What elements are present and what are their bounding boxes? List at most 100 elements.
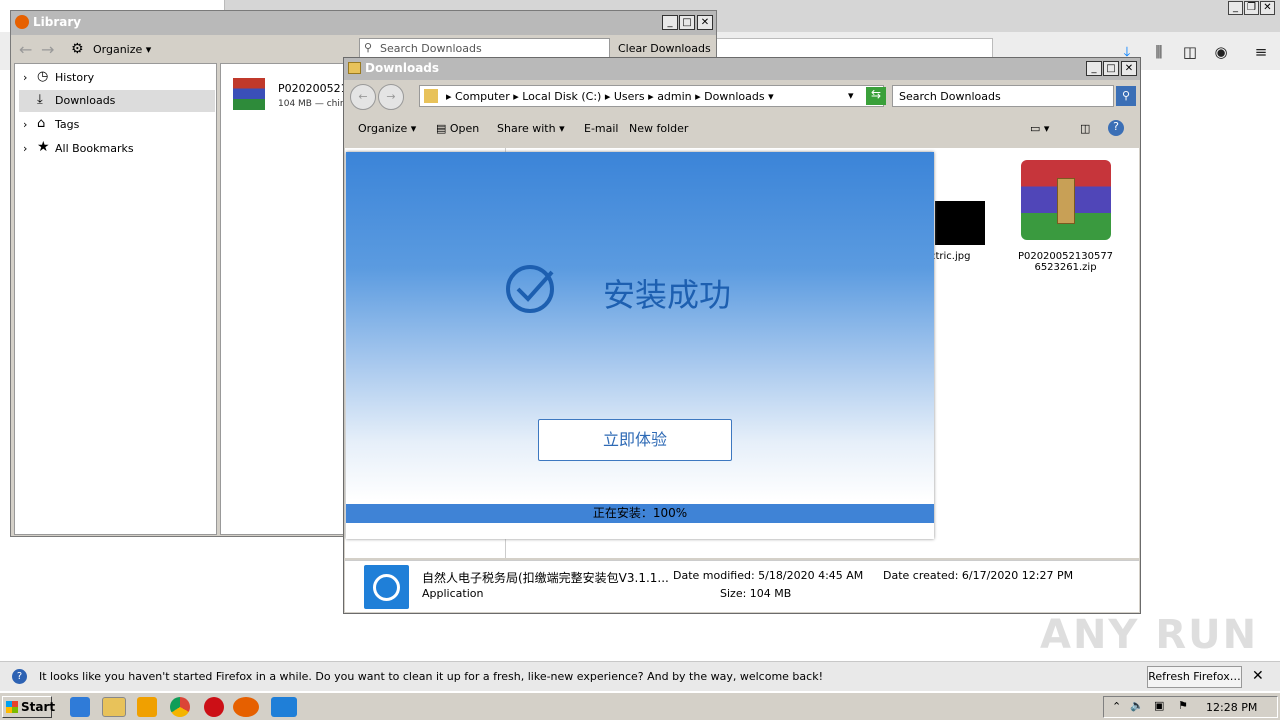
clock[interactable]: 12:28 PM bbox=[1206, 701, 1257, 714]
flag-icon[interactable]: ⚑ bbox=[1178, 699, 1188, 712]
file-size: Size: 104 MB bbox=[720, 587, 791, 600]
details-file-type: Application bbox=[422, 587, 484, 600]
organize-label: Organize bbox=[93, 43, 143, 56]
sidebar-item-downloads[interactable]: ⤓ Downloads bbox=[19, 90, 215, 112]
menu-icon[interactable]: ≡ bbox=[1252, 43, 1270, 61]
network-icon[interactable]: ▣ bbox=[1154, 699, 1164, 712]
address-bar[interactable]: ▸ Computer ▸ Local Disk (C:) ▸ Users ▸ a… bbox=[419, 85, 884, 107]
refresh-firefox-button[interactable]: Refresh Firefox… bbox=[1147, 666, 1242, 688]
back-arrow-icon[interactable]: ← bbox=[19, 40, 32, 59]
firefox-url-bar[interactable] bbox=[716, 38, 993, 58]
taskbar: Start ⌃ 🔈 ▣ ⚑ 12:28 PM bbox=[0, 692, 1280, 720]
sidebar-item-history[interactable]: › ◷ History bbox=[19, 67, 215, 89]
breadcrumb-item[interactable]: Downloads bbox=[704, 90, 764, 103]
app-icon-ring bbox=[373, 574, 400, 601]
forward-arrow-icon[interactable]: → bbox=[41, 40, 54, 59]
breadcrumb: ▸ Computer ▸ Local Disk (C:) ▸ Users ▸ a… bbox=[446, 90, 774, 103]
file-name[interactable]: P02020052130577 6523261.zip bbox=[1013, 251, 1118, 273]
sidebar-item-label: Downloads bbox=[55, 94, 116, 107]
open-button[interactable]: ▤ Open bbox=[436, 122, 479, 135]
share-with-menu[interactable]: Share with ▾ bbox=[497, 122, 565, 135]
star-icon: ★ bbox=[37, 139, 50, 155]
archive-file-icon[interactable] bbox=[1021, 160, 1111, 240]
sidebar-item-label: History bbox=[55, 71, 95, 84]
installer-taskbar-icon[interactable] bbox=[271, 697, 297, 717]
search-icon[interactable]: ⚲ bbox=[1116, 86, 1136, 106]
expand-arrow-icon[interactable]: › bbox=[23, 142, 27, 155]
breadcrumb-item[interactable]: admin bbox=[657, 90, 691, 103]
chrome-icon[interactable] bbox=[170, 697, 190, 717]
date-modified-value: 5/18/2020 4:45 AM bbox=[758, 569, 864, 582]
sidebar-icon[interactable]: ◫ bbox=[1181, 43, 1199, 61]
organize-menu[interactable]: Organize ▾ bbox=[358, 122, 416, 135]
email-button[interactable]: E-mail bbox=[584, 122, 619, 135]
internet-explorer-icon[interactable] bbox=[70, 697, 90, 717]
refresh-icon[interactable]: ⇆ bbox=[866, 87, 886, 105]
show-hidden-icons-icon[interactable]: ⌃ bbox=[1112, 700, 1121, 713]
size-label: Size: bbox=[720, 587, 747, 600]
back-arrow-icon[interactable]: ← bbox=[350, 84, 376, 110]
explorer-close-button[interactable]: ✕ bbox=[1121, 61, 1137, 76]
library-maximize-button[interactable]: □ bbox=[679, 15, 695, 30]
breadcrumb-item[interactable]: Local Disk (C:) bbox=[522, 90, 601, 103]
library-close-button[interactable]: ✕ bbox=[697, 15, 713, 30]
start-label: Start bbox=[21, 700, 56, 714]
clock-icon: ◷ bbox=[37, 69, 49, 84]
breadcrumb-item[interactable]: Users bbox=[614, 90, 645, 103]
organize-label: Organize bbox=[358, 122, 408, 135]
folder-icon bbox=[348, 62, 361, 74]
close-icon[interactable]: ✕ bbox=[1252, 668, 1264, 684]
account-icon[interactable]: ◉ bbox=[1212, 43, 1230, 61]
folder-icon bbox=[424, 89, 438, 103]
library-title-bar: Library bbox=[11, 11, 716, 35]
view-options-icon[interactable]: ▭ ▾ bbox=[1030, 122, 1049, 135]
clear-downloads-button[interactable]: Clear Downloads bbox=[618, 42, 711, 55]
open-label: Open bbox=[449, 122, 480, 135]
expand-arrow-icon[interactable]: › bbox=[23, 71, 27, 84]
help-icon[interactable]: ? bbox=[1108, 120, 1124, 136]
notification-message: It looks like you haven't started Firefo… bbox=[39, 670, 823, 683]
watermark: ANY RUN bbox=[1040, 612, 1259, 658]
expand-arrow-icon[interactable]: › bbox=[23, 118, 27, 131]
explorer-search-input[interactable]: Search Downloads bbox=[892, 85, 1114, 107]
explorer-taskbar-icon[interactable] bbox=[102, 697, 126, 717]
breadcrumb-item[interactable]: Computer bbox=[455, 90, 510, 103]
share-with-label: Share with bbox=[497, 122, 556, 135]
firefox-taskbar-icon[interactable] bbox=[233, 697, 259, 717]
library-search-input[interactable]: ⚲ Search Downloads bbox=[359, 38, 610, 58]
media-player-icon[interactable] bbox=[137, 697, 157, 717]
file-name[interactable]: ctric.jpg bbox=[930, 251, 990, 262]
explorer-minimize-button[interactable]: _ bbox=[1086, 61, 1102, 76]
minimize-button[interactable]: _ bbox=[1228, 1, 1243, 15]
system-tray: ⌃ 🔈 ▣ ⚑ 12:28 PM bbox=[1103, 696, 1278, 718]
close-button[interactable]: ✕ bbox=[1260, 1, 1275, 15]
install-success-text: 安装成功 bbox=[603, 276, 732, 314]
gear-icon: ⚙ bbox=[71, 41, 84, 57]
new-folder-button[interactable]: New folder bbox=[629, 122, 688, 135]
forward-arrow-icon[interactable]: → bbox=[378, 84, 404, 110]
opera-icon[interactable] bbox=[204, 697, 224, 717]
firefox-icon bbox=[15, 15, 29, 29]
image-thumbnail[interactable] bbox=[935, 201, 985, 245]
firefox-notification-bar: ? It looks like you haven't started Fire… bbox=[0, 661, 1280, 691]
chevron-down-icon[interactable]: ▾ bbox=[848, 89, 854, 102]
library-minimize-button[interactable]: _ bbox=[662, 15, 678, 30]
check-circle-icon bbox=[506, 265, 554, 313]
organize-button[interactable]: Organize ▾ bbox=[93, 43, 151, 56]
sidebar-item-tags[interactable]: › ⌂ Tags bbox=[19, 114, 215, 136]
explorer-title-bar: Downloads bbox=[344, 58, 1140, 80]
sidebar-item-all-bookmarks[interactable]: › ★ All Bookmarks bbox=[19, 138, 215, 160]
restore-button[interactable]: ❐ bbox=[1244, 1, 1259, 15]
explorer-search-placeholder: Search Downloads bbox=[899, 90, 1001, 103]
date-created-label: Date created: bbox=[883, 569, 959, 582]
tag-icon: ⌂ bbox=[37, 116, 46, 131]
library-icon[interactable]: ⫼ bbox=[1150, 43, 1168, 61]
volume-icon[interactable]: 🔈 bbox=[1130, 699, 1144, 712]
start-button[interactable]: Start bbox=[2, 696, 56, 718]
date-modified-label: Date modified: bbox=[673, 569, 755, 582]
date-modified: Date modified: 5/18/2020 4:45 AM bbox=[673, 569, 863, 582]
explorer-maximize-button[interactable]: □ bbox=[1103, 61, 1119, 76]
preview-pane-icon[interactable]: ◫ bbox=[1080, 122, 1090, 135]
try-now-button[interactable]: 立即体验 bbox=[538, 419, 732, 461]
search-icon: ⚲ bbox=[364, 41, 373, 54]
